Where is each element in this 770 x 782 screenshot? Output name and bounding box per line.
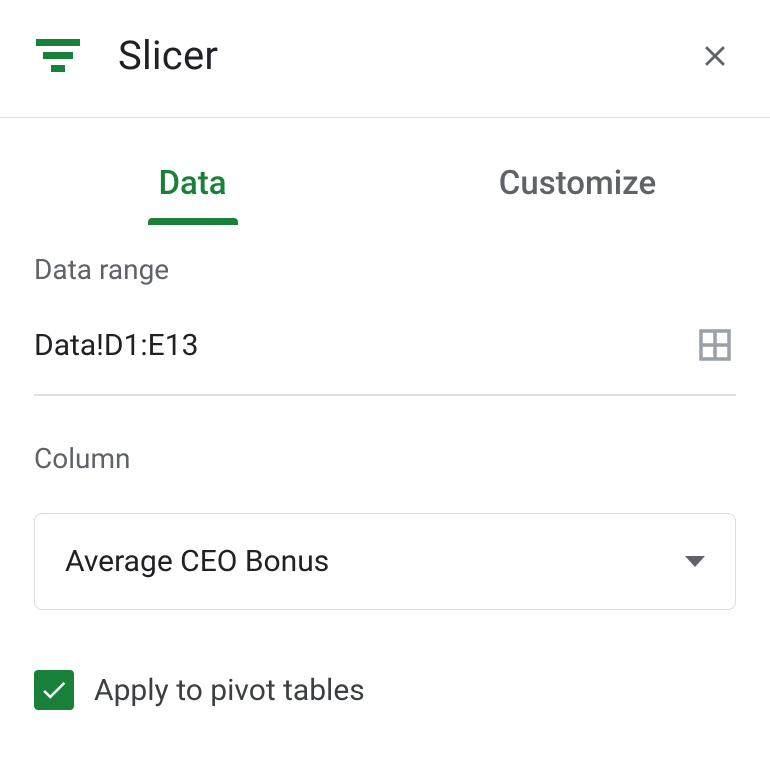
data-tab-content: Data range Column Average CEO Bonus Appl… bbox=[0, 225, 770, 710]
close-icon bbox=[698, 39, 732, 73]
tab-data[interactable]: Data bbox=[0, 148, 385, 225]
tabs: Data Customize bbox=[0, 118, 770, 225]
data-range-row bbox=[34, 324, 736, 396]
data-range-label: Data range bbox=[34, 253, 736, 286]
apply-pivot-label: Apply to pivot tables bbox=[94, 673, 365, 708]
grid-icon bbox=[694, 324, 736, 366]
apply-pivot-checkbox[interactable] bbox=[34, 670, 74, 710]
column-dropdown-value: Average CEO Bonus bbox=[65, 544, 329, 579]
chevron-down-icon bbox=[685, 556, 705, 567]
checkmark-icon bbox=[39, 675, 69, 705]
tab-customize[interactable]: Customize bbox=[385, 148, 770, 225]
panel-title: Slicer bbox=[118, 32, 694, 79]
close-button[interactable] bbox=[694, 35, 736, 77]
column-label: Column bbox=[34, 442, 736, 475]
apply-pivot-checkbox-row[interactable]: Apply to pivot tables bbox=[34, 670, 736, 710]
slicer-icon bbox=[34, 36, 82, 76]
data-range-input[interactable] bbox=[34, 328, 694, 363]
panel-header: Slicer bbox=[0, 0, 770, 118]
select-range-button[interactable] bbox=[694, 324, 736, 366]
column-dropdown[interactable]: Average CEO Bonus bbox=[34, 513, 736, 610]
